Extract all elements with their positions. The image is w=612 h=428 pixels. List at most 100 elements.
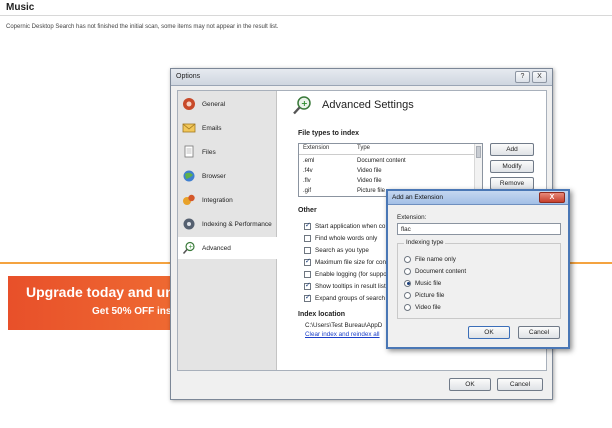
option-label: Enable logging (for suppo [315,270,387,278]
radio-button[interactable] [404,267,411,275]
upgrade-banner[interactable]: Upgrade today and unl Get 50% OFF inst [8,276,178,330]
sidebar-item-label: General [202,100,226,108]
sidebar-item-label: Browser [202,172,226,180]
indexing-type-group: Indexing type File name only Document co… [397,239,561,319]
files-icon [184,145,194,158]
radio-button[interactable] [404,279,411,287]
scrollbar-thumb[interactable] [476,146,481,158]
upgrade-offer: Get 50% OFF inst [92,306,175,317]
page-title: Music [6,2,35,13]
options-title: Options [176,73,201,80]
table-row[interactable]: .f4v Video file [299,167,476,177]
sidebar-item-files[interactable]: Files [178,141,277,163]
ok-button[interactable]: OK [449,378,491,391]
svg-text:+: + [301,99,308,108]
type-cell: Document content [357,158,406,164]
radio-video-file[interactable]: Video file [404,302,441,312]
option-max-file-size[interactable]: Maximum file size for con [304,257,386,267]
add-extension-dialog: Add an Extension X Extension: flac Index… [386,189,570,349]
radio-document-content[interactable]: Document content [404,266,466,276]
help-button[interactable]: ? [515,71,530,83]
dialog-cancel-button[interactable]: Cancel [518,326,560,339]
cancel-button[interactable]: Cancel [497,378,543,391]
radio-music-file[interactable]: Music file [404,278,441,288]
upgrade-headline: Upgrade today and unl [26,284,178,300]
checkbox[interactable] [304,234,311,242]
email-icon [182,123,196,133]
column-header-type[interactable]: Type [357,145,370,151]
panel-heading: Advanced Settings [322,99,414,111]
option-enable-logging[interactable]: Enable logging (for suppo [304,269,387,279]
dialog-ok-button[interactable]: OK [468,326,510,339]
scan-notice: Copernic Desktop Search has not finished… [6,24,279,30]
index-path: C:\Users\Test Bureau\AppD [305,322,383,329]
sidebar-item-label: Files [202,148,216,156]
options-titlebar[interactable]: Options ? X [171,69,552,86]
option-show-tooltips[interactable]: Show tooltips in result list [304,281,386,291]
type-cell: Video file [357,178,382,184]
advanced-icon: + [182,241,195,255]
radio-file-name-only[interactable]: File name only [404,254,456,264]
radio-picture-file[interactable]: Picture file [404,290,444,300]
add-extension-titlebar[interactable]: Add an Extension X [388,191,568,205]
add-extension-title: Add an Extension [392,194,443,201]
type-cell: Picture file [357,188,386,194]
index-location-label: Index location [298,311,346,318]
radio-button[interactable] [404,291,411,299]
checkbox[interactable] [304,270,311,278]
checkbox[interactable] [304,246,311,254]
title-divider [0,15,612,16]
clear-index-link[interactable]: Clear index and reindex all [305,331,380,338]
modify-button[interactable]: Modify [490,160,534,173]
sidebar-item-label: Indexing & Performance [202,220,272,228]
option-label: Start application when co [315,222,386,230]
sidebar-item-label: Advanced [202,244,231,252]
radio-label: File name only [415,255,456,263]
option-label: Show tooltips in result list [315,282,386,290]
close-button[interactable]: X [532,71,547,83]
table-row[interactable]: .flv Video file [299,177,476,187]
sidebar-item-integration[interactable]: Integration [178,189,277,211]
option-label: Find whole words only [315,234,378,242]
add-button[interactable]: Add [490,143,534,156]
column-header-extension[interactable]: Extension [303,145,329,151]
performance-icon [183,218,195,230]
sidebar-item-label: Integration [202,196,233,204]
file-types-label: File types to index [298,130,360,137]
sidebar-item-performance[interactable]: Indexing & Performance [178,213,277,235]
option-search-as-you-type[interactable]: Search as you type [304,245,369,255]
sidebar-item-browser[interactable]: Browser [178,165,277,187]
sidebar-item-general[interactable]: General [178,93,277,115]
checkbox[interactable] [304,221,311,230]
option-label: Search as you type [315,246,369,254]
other-label: Other [298,207,317,214]
radio-label: Music file [415,279,442,287]
general-icon [183,98,195,110]
dialog-close-button[interactable]: X [539,192,565,203]
option-expand-groups[interactable]: Expand groups of search [304,293,385,303]
ext-cell: .eml [303,158,315,164]
table-row[interactable]: .eml Document content [299,157,476,167]
sidebar-item-advanced[interactable]: + Advanced [178,237,277,259]
ext-cell: .flv [303,178,311,184]
option-find-whole-words[interactable]: Find whole words only [304,233,377,243]
radio-button[interactable] [404,255,411,263]
sidebar-item-label: Emails [202,124,222,132]
svg-text:+: + [188,244,193,251]
ext-cell: .f4v [303,168,313,174]
option-start-application[interactable]: Start application when co [304,221,385,231]
radio-label: Video file [415,303,441,311]
radio-button[interactable] [404,303,411,311]
extensions-list-header: Extension Type [299,144,476,155]
radio-label: Document content [415,267,467,275]
integration-icon [183,194,195,205]
extension-input[interactable]: flac [397,223,561,235]
indexing-type-label: Indexing type [404,239,446,246]
checkbox[interactable] [304,281,311,290]
sidebar-item-emails[interactable]: Emails [178,117,277,139]
checkbox[interactable] [304,257,311,266]
checkbox[interactable] [304,293,311,302]
advanced-settings-icon: + [293,96,311,115]
option-label: Expand groups of search [315,294,386,302]
ext-cell: .gif [303,188,312,194]
